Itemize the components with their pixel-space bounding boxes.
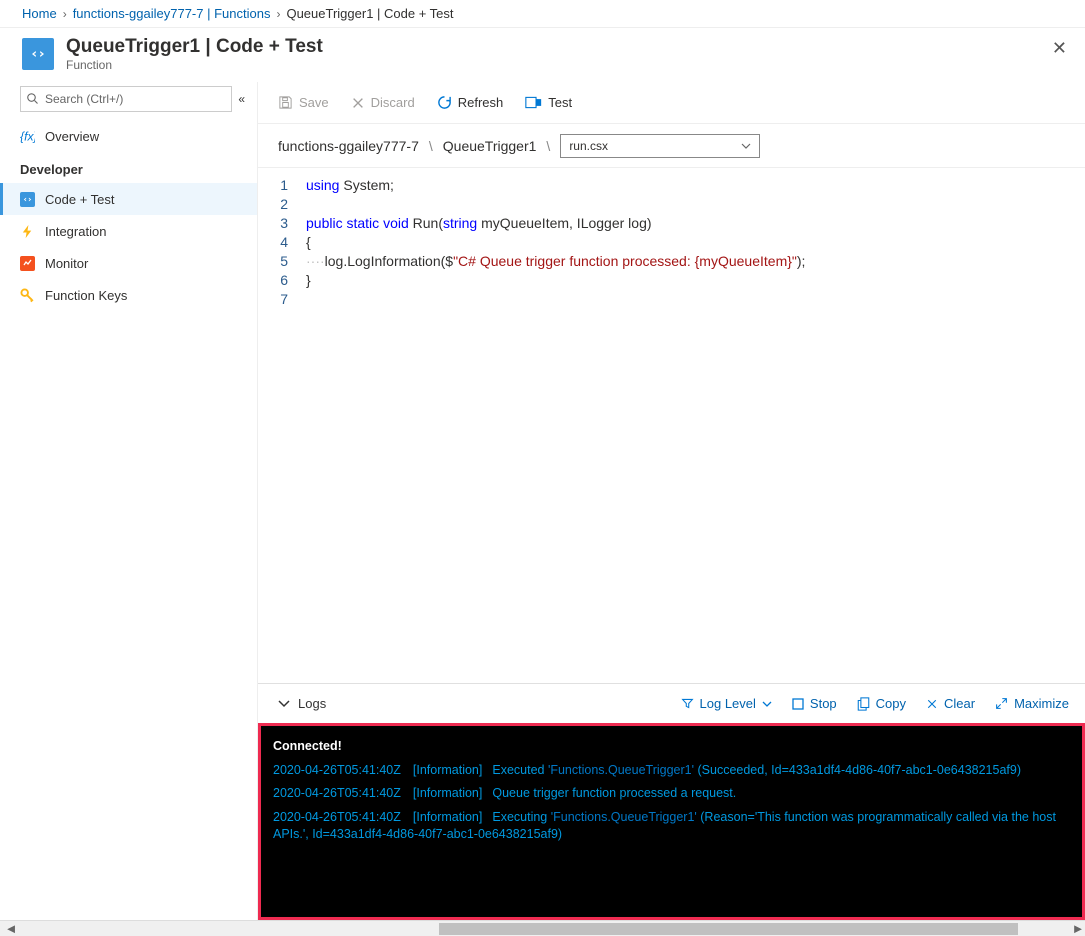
path-sep: \ bbox=[429, 138, 433, 154]
search-icon bbox=[27, 93, 39, 105]
chevron-down-icon bbox=[741, 143, 751, 149]
stop-label: Stop bbox=[810, 696, 837, 711]
close-button[interactable]: ✕ bbox=[1052, 38, 1067, 59]
nav-function-keys[interactable]: Function Keys bbox=[0, 279, 257, 311]
copy-icon bbox=[857, 697, 870, 711]
discard-button[interactable]: Discard bbox=[351, 95, 415, 110]
main-panel: Save Discard Refresh Test functions-ggai… bbox=[258, 82, 1085, 920]
nav-integration[interactable]: Integration bbox=[0, 215, 257, 247]
file-path-row: functions-ggailey777-7 \ QueueTrigger1 \… bbox=[258, 124, 1085, 168]
nav-label: Overview bbox=[45, 129, 99, 144]
nav-section-developer: Developer bbox=[0, 152, 257, 183]
logs-label: Logs bbox=[298, 696, 326, 711]
loglevel-label: Log Level bbox=[700, 696, 756, 711]
save-icon bbox=[278, 95, 293, 110]
clear-button[interactable]: Clear bbox=[926, 696, 975, 711]
nav-label: Code + Test bbox=[45, 192, 115, 207]
log-line: 2020-04-26T05:41:40Z[Information]Execute… bbox=[273, 762, 1070, 780]
test-button[interactable]: Test bbox=[525, 95, 572, 110]
nav-code-test[interactable]: Code + Test bbox=[0, 183, 257, 215]
path-sep: \ bbox=[546, 138, 550, 154]
file-selector[interactable]: run.csx bbox=[560, 134, 760, 158]
sidebar: Search (Ctrl+/) « {fx} Overview Develope… bbox=[0, 82, 258, 920]
copy-button[interactable]: Copy bbox=[857, 696, 906, 711]
refresh-icon bbox=[437, 95, 452, 110]
monitor-icon bbox=[20, 256, 35, 271]
filter-icon bbox=[681, 697, 694, 710]
path-segment-func: QueueTrigger1 bbox=[443, 138, 537, 154]
nav-label: Monitor bbox=[45, 256, 88, 271]
overview-icon: {fx} bbox=[20, 129, 35, 144]
console-connected: Connected! bbox=[273, 739, 342, 753]
breadcrumb: Home › functions-ggailey777-7 | Function… bbox=[0, 0, 1085, 28]
refresh-button[interactable]: Refresh bbox=[437, 95, 504, 110]
line-gutter: 1234567 bbox=[258, 168, 298, 683]
discard-icon bbox=[351, 96, 365, 110]
function-code-icon bbox=[22, 38, 54, 70]
clear-icon bbox=[926, 698, 938, 710]
refresh-label: Refresh bbox=[458, 95, 504, 110]
path-segment-app: functions-ggailey777-7 bbox=[278, 138, 419, 154]
chevron-right-icon: › bbox=[276, 7, 280, 21]
clear-label: Clear bbox=[944, 696, 975, 711]
collapse-sidebar-button[interactable]: « bbox=[238, 92, 245, 106]
logs-toolbar: Logs Log Level Stop Copy Clear bbox=[258, 683, 1085, 723]
breadcrumb-parent[interactable]: functions-ggailey777-7 | Functions bbox=[73, 6, 271, 21]
test-icon bbox=[525, 96, 542, 109]
stop-button[interactable]: Stop bbox=[792, 696, 837, 711]
nav-label: Function Keys bbox=[45, 288, 127, 303]
search-input[interactable]: Search (Ctrl+/) bbox=[20, 86, 232, 112]
log-line: 2020-04-26T05:41:40Z[Information]Queue t… bbox=[273, 785, 1070, 803]
page-header: QueueTrigger1 | Code + Test Function ✕ bbox=[0, 28, 1085, 82]
chevron-right-icon: › bbox=[63, 7, 67, 21]
maximize-button[interactable]: Maximize bbox=[995, 696, 1069, 711]
log-line: 2020-04-26T05:41:40Z[Information]Executi… bbox=[273, 809, 1070, 844]
discard-label: Discard bbox=[371, 95, 415, 110]
breadcrumb-home[interactable]: Home bbox=[22, 6, 57, 21]
stop-icon bbox=[792, 698, 804, 710]
save-label: Save bbox=[299, 95, 329, 110]
log-console[interactable]: Connected! 2020-04-26T05:41:40Z[Informat… bbox=[258, 723, 1085, 920]
page-subtitle: Function bbox=[66, 58, 323, 72]
toolbar: Save Discard Refresh Test bbox=[258, 82, 1085, 124]
code-content: using System; public static void Run(str… bbox=[298, 168, 805, 683]
svg-text:{fx}: {fx} bbox=[20, 129, 35, 143]
nav-monitor[interactable]: Monitor bbox=[0, 247, 257, 279]
logs-toggle[interactable]: Logs bbox=[278, 696, 326, 711]
loglevel-button[interactable]: Log Level bbox=[681, 696, 772, 711]
maximize-label: Maximize bbox=[1014, 696, 1069, 711]
save-button[interactable]: Save bbox=[278, 95, 329, 110]
key-icon bbox=[20, 288, 35, 303]
breadcrumb-current: QueueTrigger1 | Code + Test bbox=[286, 6, 453, 21]
code-test-icon bbox=[20, 192, 35, 207]
nav-label: Integration bbox=[45, 224, 106, 239]
page-title: QueueTrigger1 | Code + Test bbox=[66, 36, 323, 58]
chevron-down-icon bbox=[278, 700, 290, 708]
search-placeholder: Search (Ctrl+/) bbox=[45, 92, 123, 106]
chevron-down-icon bbox=[762, 701, 772, 707]
copy-label: Copy bbox=[876, 696, 906, 711]
code-editor[interactable]: 1234567 using System; public static void… bbox=[258, 168, 1085, 683]
nav-overview[interactable]: {fx} Overview bbox=[0, 120, 257, 152]
horizontal-scrollbar[interactable]: ◄ ► bbox=[0, 920, 1085, 936]
lightning-icon bbox=[20, 224, 35, 239]
test-label: Test bbox=[548, 95, 572, 110]
maximize-icon bbox=[995, 697, 1008, 710]
file-selector-value: run.csx bbox=[569, 139, 608, 153]
